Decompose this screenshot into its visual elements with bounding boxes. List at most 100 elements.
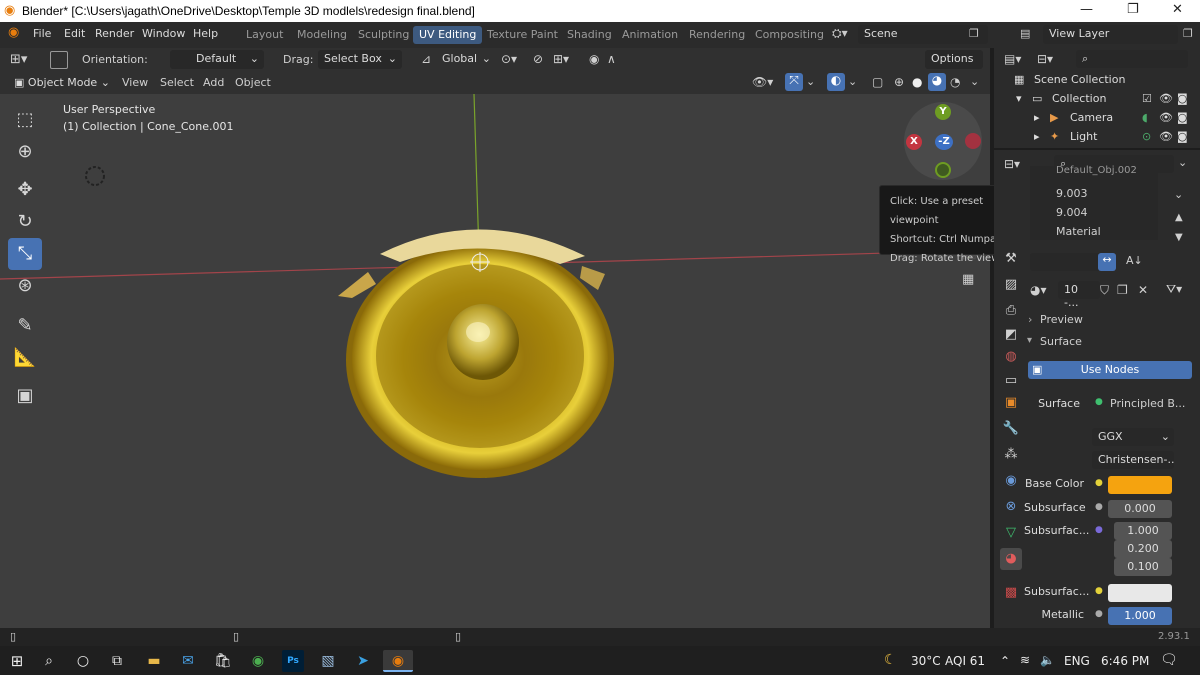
editor-type-icon[interactable]: ⊞▾ [10,52,27,67]
tab-texture-paint[interactable]: Texture Paint [481,26,564,44]
move-tool-icon[interactable]: ✥ [8,174,42,206]
scale-tool-icon[interactable]: ⤡ [8,238,42,270]
move-up-icon[interactable]: ▲ [1175,212,1183,223]
y-axis-button[interactable]: Y [935,104,951,120]
scale-tool-icon[interactable] [50,51,68,69]
store-icon[interactable]: 🛍 [212,650,234,672]
metallic-field[interactable]: 1.000 [1108,607,1172,625]
golden-cone-model[interactable] [338,229,614,478]
menu-window[interactable]: Window [142,27,185,40]
new-scene-icon[interactable]: ❐ [969,27,979,40]
transform-tool-icon[interactable]: ⊛ [8,270,42,302]
surface-shader-value[interactable]: Principled B... [1110,397,1185,410]
scene-tab-icon[interactable]: ◍ [1000,346,1022,368]
menu-edit[interactable]: Edit [64,27,85,40]
subsurface-radius-y-field[interactable]: 0.200 [1114,540,1172,558]
search-icon[interactable]: ⌕ [38,650,60,672]
outliner-row-collection[interactable]: ▾ ▭ Collection ☑ 👁 ◙ [994,92,1200,110]
chevron-down-icon[interactable]: ⌄ [806,75,815,88]
collapse-icon[interactable]: ▾ [1027,335,1032,346]
close-button[interactable]: ✕ [1172,2,1183,17]
annotate-tool-icon[interactable]: ✎ [8,310,42,342]
menu-add[interactable]: Add [203,76,224,89]
blender-menu-icon[interactable]: ◉ [8,25,19,40]
tab-uv-editing[interactable]: UV Editing [413,26,483,44]
tab-rendering[interactable]: Rendering [683,26,751,44]
unlink-material-icon[interactable]: ✕ [1138,283,1148,297]
mail-icon[interactable]: ✉ [177,650,199,672]
chevron-down-icon[interactable]: ⌄ [970,75,979,88]
texture-tab-icon[interactable]: ▩ [1000,582,1022,604]
rendered-shading-icon[interactable]: ◔ [950,75,960,89]
material-browse-icon[interactable]: ◕▾ [1030,283,1047,297]
view-layer-tab-icon[interactable]: ◩ [1000,324,1022,346]
photos-icon[interactable]: ▧ [317,650,339,672]
visibility-icon[interactable]: 👁▾ [752,75,773,89]
filter-icon[interactable]: ⊟▾ [1037,52,1053,66]
x-axis-button[interactable]: X [906,134,922,150]
material-shading-icon[interactable]: ◕ [928,73,946,91]
data-tab-icon[interactable]: ▽ [1000,522,1022,544]
menu-object[interactable]: Object [235,76,271,89]
solid-shading-icon[interactable]: ● [912,75,922,89]
snap-target-icon[interactable]: ⊞▾ [553,52,569,66]
object-tab-icon[interactable]: ▣ [1000,392,1022,414]
language-indicator[interactable]: ENG [1064,654,1090,668]
distribution-dropdown[interactable]: GGX ⌄ [1092,428,1174,446]
surface-section-header[interactable]: Surface [1040,335,1082,348]
preview-section-header[interactable]: Preview [1040,313,1083,326]
weather-temp[interactable]: 30°C [911,654,941,668]
neg-x-axis-button[interactable] [965,133,981,149]
telegram-icon[interactable]: ➤ [352,650,374,672]
chrome-icon[interactable]: ◉ [247,650,269,672]
outliner-search-input[interactable]: ⌕ [1076,50,1188,68]
outliner-row-scene-collection[interactable]: ▦ Scene Collection [994,73,1200,91]
orientation-dropdown[interactable]: Default ⌄ [170,50,264,69]
expand-icon[interactable]: ▸ [1034,130,1040,143]
tab-modeling[interactable]: Modeling [291,26,353,44]
material-name-field[interactable]: 10 -... [1058,281,1100,309]
checkbox-icon[interactable]: ☑ [1142,92,1152,105]
task-view-icon[interactable]: ⧉ [106,650,128,672]
neg-y-axis-button[interactable] [935,162,951,178]
expand-icon[interactable]: ▾ [1016,92,1022,105]
outliner-row-camera[interactable]: ▸ ▶ Camera ◖ 👁 ◙ [994,111,1200,129]
wireframe-shading-icon[interactable]: ⊕ [894,75,904,89]
maximize-button[interactable]: ❐ [1127,2,1139,17]
volume-icon[interactable]: 🔈 [1040,653,1055,667]
output-tab-icon[interactable]: ⎙ [1000,300,1022,322]
link-icon[interactable]: ⛛▾ [1166,282,1182,297]
camera-render-icon[interactable]: ◙ [1177,130,1188,143]
wifi-icon[interactable]: ≋ [1020,653,1030,667]
properties-editor-icon[interactable]: ⊟▾ [1004,157,1020,171]
tool-tab-icon[interactable]: ⚒ [1000,248,1022,270]
navigation-gizmo[interactable]: Y X -Z [904,102,982,180]
camera-render-icon[interactable]: ◙ [1177,111,1188,124]
move-down-icon[interactable]: ▼ [1175,232,1183,243]
blender-taskbar-icon[interactable]: ◉ [383,650,413,672]
file-explorer-icon[interactable]: ▬ [143,650,165,672]
constraints-tab-icon[interactable]: ⊗ [1000,496,1022,518]
render-tab-icon[interactable]: ▨ [1000,274,1022,296]
material-slot-item[interactable]: Default_Obj.002 [1056,165,1137,176]
rotate-tool-icon[interactable]: ↻ [8,206,42,238]
chevron-down-icon[interactable]: ⌄ [1174,188,1183,201]
chevron-down-icon[interactable]: ⌄ [1178,156,1187,169]
sort-alpha-icon[interactable]: A↓ [1126,254,1143,267]
tab-shading[interactable]: Shading [561,26,618,44]
measure-tool-icon[interactable]: 📐 [8,342,42,374]
subsurface-field[interactable]: 0.000 [1108,500,1172,518]
options-dropdown[interactable]: Options ⌄ [925,50,983,78]
snap-icon[interactable]: ⊘ [533,52,543,66]
chevron-down-icon[interactable]: ⌄ [848,75,857,88]
base-color-swatch[interactable] [1108,476,1172,494]
cursor-tool-icon[interactable]: ⊕ [8,136,42,168]
outliner-editor-icon[interactable]: ▤▾ [1004,52,1021,66]
notifications-icon[interactable]: 🗨 [1160,652,1178,668]
subsurface-color-swatch[interactable] [1108,584,1172,602]
mode-selector[interactable]: ▣ Object Mode ⌄ [8,74,118,92]
expand-icon[interactable]: ▸ [1034,111,1040,124]
select-box-tool-icon[interactable]: ⬚ [8,104,42,136]
eye-icon[interactable]: 👁 [1159,130,1173,143]
camera-render-icon[interactable]: ◙ [1177,92,1188,105]
